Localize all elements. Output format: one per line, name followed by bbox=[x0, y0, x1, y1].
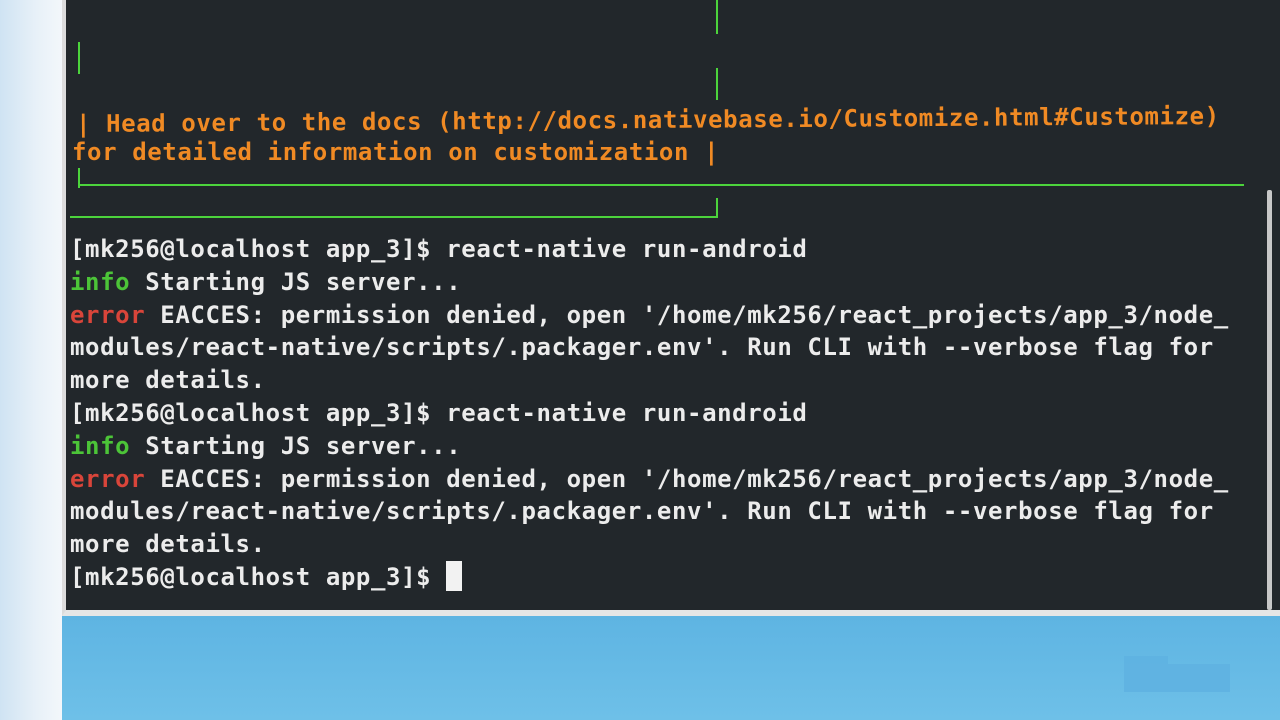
banner-border-right-upper bbox=[716, 68, 718, 100]
terminal-line: more details. bbox=[70, 364, 266, 397]
error-message: EACCES: permission denied, open '/home/m… bbox=[145, 464, 1229, 493]
output-text: modules/react-native/scripts/.packager.e… bbox=[70, 333, 1214, 362]
error-tag: error bbox=[70, 464, 146, 493]
banner-docs-line-2: for detailed information on customizatio… bbox=[72, 138, 720, 166]
banner-border-bottom-long bbox=[78, 184, 1244, 186]
banner-border-right-lower bbox=[716, 198, 718, 216]
terminal-line: [mk256@localhost app_3]$ react-native ru… bbox=[70, 397, 807, 430]
shell-prompt: [mk256@localhost app_3]$ bbox=[70, 399, 447, 427]
banner-border-top-tick bbox=[716, 0, 718, 34]
output-text: more details. bbox=[70, 366, 266, 395]
desktop-left-panel bbox=[0, 0, 62, 720]
banner-border-left-upper bbox=[78, 42, 80, 74]
shell-command: react-native run-android bbox=[446, 399, 808, 427]
terminal-window[interactable]: | Head over to the docs (http://docs.nat… bbox=[62, 0, 1280, 616]
terminal-scrollbar[interactable] bbox=[1267, 190, 1272, 610]
terminal-line: modules/react-native/scripts/.packager.e… bbox=[70, 495, 1214, 528]
shell-command: react-native run-android bbox=[446, 235, 808, 263]
info-message: Starting JS server... bbox=[130, 431, 462, 460]
error-message: EACCES: permission denied, open '/home/m… bbox=[145, 300, 1229, 329]
shell-prompt: [mk256@localhost app_3]$ bbox=[70, 563, 447, 591]
info-tag: info bbox=[70, 431, 131, 460]
desktop: | Head over to the docs (http://docs.nat… bbox=[0, 0, 1280, 720]
terminal-line: error EACCES: permission denied, open '/… bbox=[70, 299, 1229, 332]
error-tag: error bbox=[70, 300, 146, 329]
shell-prompt: [mk256@localhost app_3]$ bbox=[70, 235, 447, 263]
text-cursor bbox=[446, 561, 463, 591]
output-text: modules/react-native/scripts/.packager.e… bbox=[70, 497, 1214, 526]
folder-icon[interactable] bbox=[1124, 656, 1230, 692]
info-message: Starting JS server... bbox=[130, 267, 462, 296]
terminal-line: info Starting JS server... bbox=[70, 266, 461, 299]
terminal-line: info Starting JS server... bbox=[70, 430, 461, 463]
current-prompt-line[interactable]: [mk256@localhost app_3]$ bbox=[70, 561, 463, 594]
info-tag: info bbox=[70, 267, 131, 296]
terminal-line: more details. bbox=[70, 528, 266, 561]
terminal-line: [mk256@localhost app_3]$ react-native ru… bbox=[70, 233, 807, 266]
terminal-line: modules/react-native/scripts/.packager.e… bbox=[70, 331, 1214, 364]
terminal-line: error EACCES: permission denied, open '/… bbox=[70, 463, 1229, 496]
banner-border-bottom-short bbox=[70, 216, 718, 218]
banner-docs-line-1: | Head over to the docs (http://docs.nat… bbox=[75, 102, 1220, 138]
output-text: more details. bbox=[70, 530, 266, 559]
